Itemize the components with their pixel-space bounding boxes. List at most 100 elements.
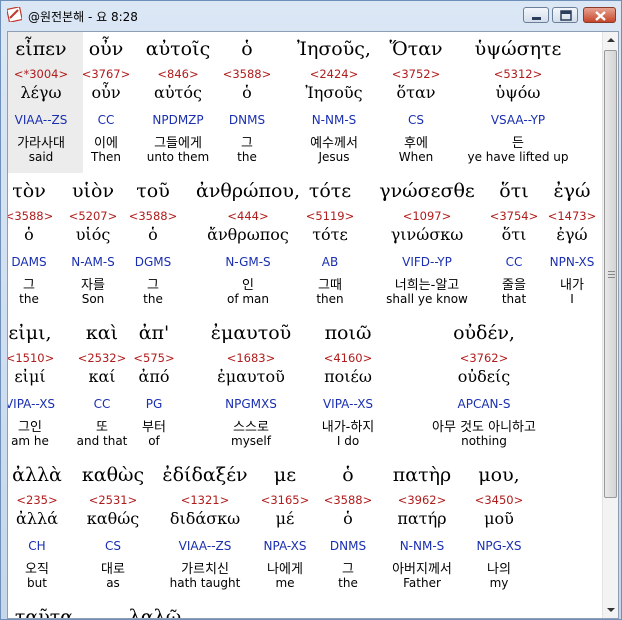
strong-number[interactable]: <5207> <box>69 209 118 223</box>
strong-number[interactable]: <3165> <box>261 493 310 507</box>
english-gloss: myself <box>231 434 271 448</box>
vertical-scrollbar[interactable] <box>602 32 619 618</box>
greek-word: Ὅταν <box>389 38 443 60</box>
strong-number[interactable]: <575> <box>133 351 174 365</box>
strong-number[interactable]: <1683> <box>227 351 276 365</box>
strong-number[interactable]: <3450> <box>475 493 524 507</box>
app-window: @원전본해 - 요 8:28 εἶπεν <*3004> λέγω VIAA--ZS 가… <box>0 0 622 620</box>
parsing-code: CH <box>28 539 46 553</box>
close-button[interactable] <box>583 7 616 23</box>
greek-word: ἀνθρώπου, <box>196 180 300 202</box>
lemma: υἱός <box>75 225 111 244</box>
strong-number[interactable]: <3752> <box>392 67 441 81</box>
greek-word: ἀπ' <box>138 322 170 344</box>
strong-number[interactable]: <5312> <box>494 67 543 81</box>
greek-word: τοῦ <box>136 180 170 202</box>
korean-gloss: 아무 것도 아니하고 <box>432 420 536 435</box>
greek-word: οὖν <box>88 38 124 60</box>
strong-number[interactable]: <846> <box>157 67 198 81</box>
greek-word: γνώσεσθε <box>379 180 475 202</box>
korean-gloss: 그인 <box>18 420 42 435</box>
window-title: @원전본해 - 요 8:28 <box>28 10 138 24</box>
strong-number[interactable]: <5119> <box>306 209 355 223</box>
greek-word: ἐδίδαξέν <box>162 464 248 486</box>
greek-word: ἀλλὰ <box>12 464 62 486</box>
lemma: ὑψόω <box>495 83 541 102</box>
greek-word: ὅτι <box>499 180 529 202</box>
parsing-code: VIPA--XS <box>8 397 56 411</box>
lemma: μοῦ <box>484 509 514 528</box>
strong-number[interactable]: <*3004> <box>14 67 68 81</box>
lemma: Ἰησοῦς <box>305 83 363 102</box>
greek-word: ὑψώσητε <box>474 38 562 60</box>
lemma: ὁ <box>343 509 353 528</box>
strong-number[interactable]: <3588> <box>223 67 272 81</box>
parsing-code: VIAA--ZS <box>14 113 68 127</box>
scroll-up-icon[interactable] <box>603 32 619 48</box>
greek-word: οὐδέν, <box>453 322 515 344</box>
parsing-code: CC <box>97 113 115 127</box>
title-bar[interactable]: @원전본해 - 요 8:28 <box>1 1 621 29</box>
strong-number[interactable]: <3754> <box>490 209 539 223</box>
lemma: λέγω <box>20 83 62 102</box>
lemma: ἄνθρωπος <box>207 225 289 244</box>
parsing-code: DGMS <box>134 255 172 269</box>
parsing-code: VIFD--YP <box>402 255 452 269</box>
strong-number[interactable]: <3588> <box>129 209 178 223</box>
strong-number[interactable]: <3588> <box>324 493 373 507</box>
scroll-down-icon[interactable] <box>603 602 619 618</box>
strong-number[interactable]: <3767> <box>82 67 131 81</box>
english-gloss: unto them <box>146 150 210 164</box>
greek-word: αὐτοῖς <box>145 38 211 60</box>
strong-number[interactable]: <4160> <box>324 351 373 365</box>
strong-number[interactable]: <3962> <box>398 493 447 507</box>
lemma: καθώς <box>86 509 140 528</box>
strong-number[interactable]: <3762> <box>460 351 509 365</box>
parsing-code: N-NM-S <box>311 113 357 127</box>
parsing-code: VIPA--XS <box>322 397 374 411</box>
korean-gloss: 스스로 <box>233 420 269 435</box>
strong-number[interactable]: <235> <box>16 493 57 507</box>
strong-number[interactable]: <2531> <box>89 493 138 507</box>
lemma: ἀπό <box>138 367 170 386</box>
greek-word: ταῦτα <box>14 606 74 618</box>
korean-gloss: 가라사대 <box>17 136 65 151</box>
korean-gloss: 그 <box>342 562 354 577</box>
english-gloss: Then <box>91 150 121 164</box>
lemma: ὅτι <box>501 225 527 244</box>
greek-word: τότε <box>308 180 352 202</box>
greek-word: καθὼς <box>81 464 145 486</box>
strong-number[interactable]: <2532> <box>78 351 127 365</box>
strong-number[interactable]: <1473> <box>548 209 597 223</box>
minimize-button[interactable] <box>523 7 549 23</box>
lemma: ἐγώ <box>556 225 588 244</box>
lemma: ὁ <box>24 225 34 244</box>
greek-word: τὸν <box>12 180 46 202</box>
korean-gloss: 내가-하지 <box>321 420 375 435</box>
minimize-icon <box>532 17 541 20</box>
korean-gloss: 부터 <box>142 420 166 435</box>
parsing-code: DAMS <box>11 255 47 269</box>
strong-number[interactable]: <2424> <box>310 67 359 81</box>
parsing-code: N-GM-S <box>225 255 271 269</box>
greek-word: υἱὸν <box>72 180 114 202</box>
english-gloss: but <box>27 576 47 590</box>
scroll-thumb[interactable] <box>604 50 617 498</box>
strong-number[interactable]: <444> <box>227 209 268 223</box>
strong-number[interactable]: <1097> <box>403 209 452 223</box>
korean-gloss: 그때 <box>318 278 342 293</box>
interlinear-content: εἶπεν <*3004> λέγω VIAA--ZS 가라사대 said οὖν <3767… <box>8 32 602 618</box>
english-gloss: I <box>570 292 574 306</box>
greek-word: καὶ <box>85 322 119 344</box>
lemma: ὁ <box>242 83 252 102</box>
korean-gloss: 아버지께서 <box>392 562 452 577</box>
strong-number[interactable]: <1510> <box>8 351 54 365</box>
lemma: διδάσκω <box>169 509 241 528</box>
english-gloss: shall ye know <box>386 292 468 306</box>
strong-number[interactable]: <3588> <box>8 209 53 223</box>
maximize-button[interactable] <box>552 7 578 23</box>
lemma: ἀλλά <box>16 509 58 528</box>
english-gloss: of man <box>226 292 270 306</box>
greek-word: ὁ <box>241 38 253 60</box>
strong-number[interactable]: <1321> <box>181 493 230 507</box>
